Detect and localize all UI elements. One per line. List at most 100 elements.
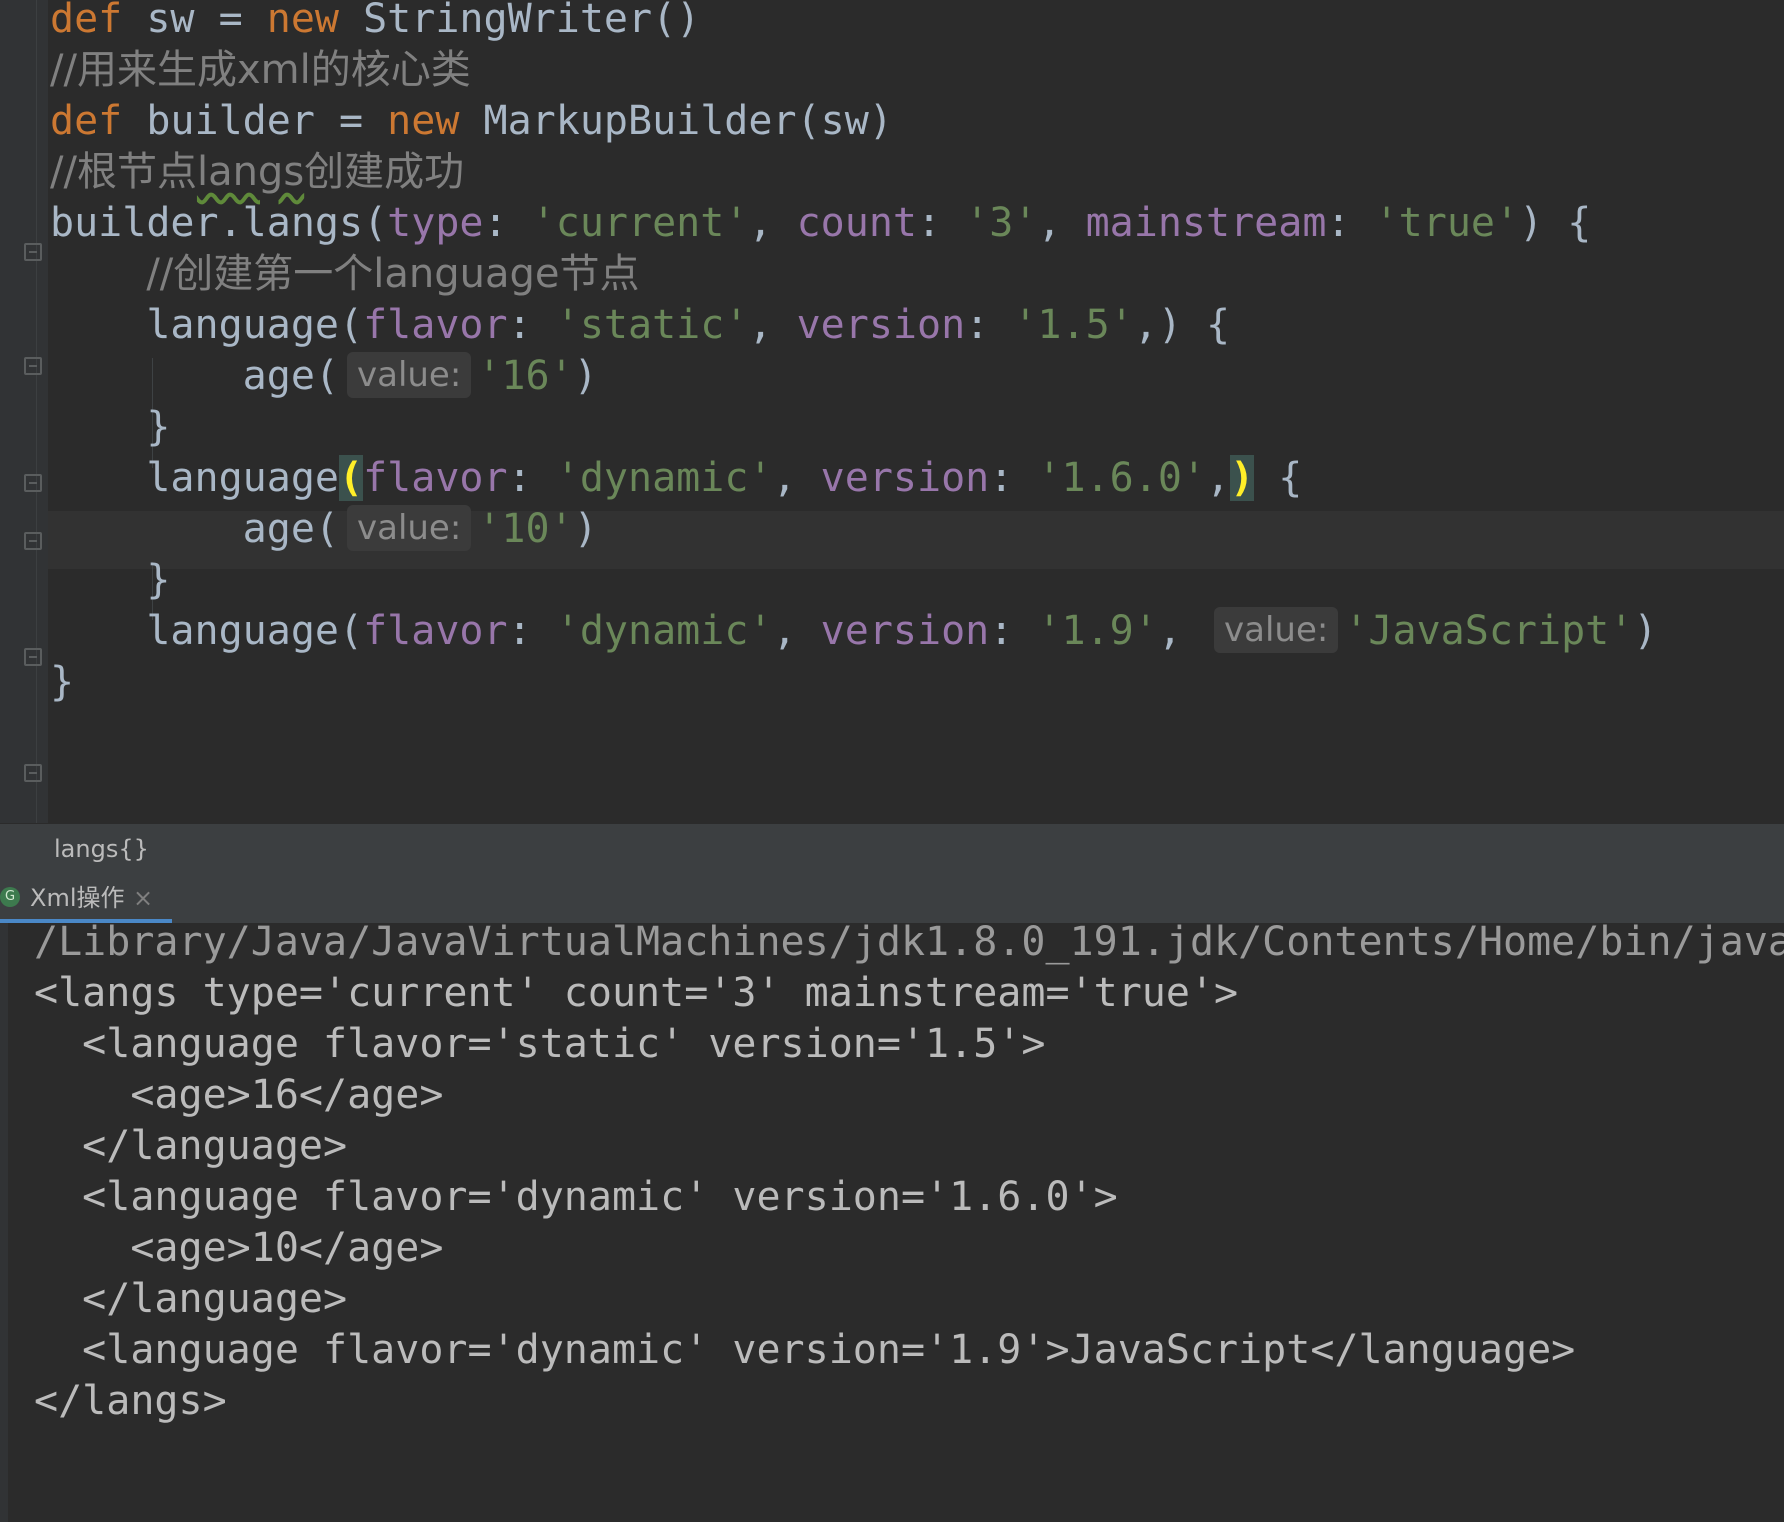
code-line[interactable]: age(value: '10') [50, 500, 598, 558]
code-token: '1.5' [1013, 302, 1134, 348]
code-line[interactable]: } [50, 398, 170, 456]
code-token: '1.6.0' [1037, 455, 1206, 501]
code-token: language( [50, 302, 364, 348]
code-line[interactable]: language(flavor: 'dynamic', version: '1.… [50, 449, 1302, 507]
code-token: } [50, 659, 75, 705]
code-line[interactable]: language(flavor: 'dynamic', version: '1.… [50, 602, 1657, 660]
code-token: //根节点 [50, 149, 197, 195]
code-token: language [50, 455, 339, 501]
code-token: flavor [363, 455, 508, 501]
code-token: } [50, 404, 171, 450]
console-gutter [0, 923, 8, 1522]
code-token: , [1157, 608, 1207, 654]
code-token: '3' [965, 200, 1038, 246]
code-token: 'static' [555, 302, 749, 348]
code-token: version [820, 608, 990, 654]
code-token: MarkupBuilder(sw) [459, 98, 893, 144]
code-token: flavor [363, 302, 508, 348]
code-token: count [796, 200, 917, 246]
gutter-divider [36, 0, 37, 823]
code-token: ) { [1519, 200, 1592, 246]
run-tool-window-tabbar: G Xml操作 × [0, 873, 1784, 924]
code-token: version [820, 455, 990, 501]
breadcrumb[interactable]: langs{} [0, 823, 1784, 874]
close-icon[interactable]: × [133, 873, 153, 923]
code-token: 'dynamic' [555, 608, 773, 654]
code-token: , [772, 608, 821, 654]
code-editor[interactable]: def sw = new StringWriter() //用来生成xml的核心类… [0, 0, 1784, 823]
fold-toggle-icon[interactable] [24, 474, 42, 492]
code-token: : [965, 302, 1014, 348]
code-token: type [387, 200, 484, 246]
code-token: ) [1230, 455, 1255, 501]
code-token: ( [338, 455, 364, 501]
code-line[interactable]: def builder = new MarkupBuilder(sw) [50, 92, 893, 150]
code-token: 'JavaScript' [1344, 608, 1634, 654]
code-line[interactable]: } [50, 551, 170, 609]
run-console-output[interactable]: /Library/Java/JavaVirtualMachines/jdk1.8… [0, 923, 1784, 1522]
code-token: language( [50, 608, 364, 654]
code-token: : [483, 200, 532, 246]
code-token: mainstream [1085, 200, 1327, 246]
fold-toggle-icon[interactable] [24, 243, 42, 261]
code-token: StringWriter() [339, 0, 701, 42]
code-token: 'true' [1374, 200, 1520, 246]
fold-toggle-icon[interactable] [24, 357, 42, 375]
code-token: def [50, 0, 123, 42]
editor-gutter [0, 0, 48, 823]
code-token: , [748, 200, 797, 246]
code-line[interactable]: //创建第一个language节点 [50, 245, 639, 303]
code-line[interactable]: builder.langs(type: 'current', count: '3… [50, 194, 1591, 252]
code-token: : [507, 302, 556, 348]
code-token: flavor [363, 608, 508, 654]
code-token: age( [50, 353, 339, 399]
console-output-line: </langs> [34, 1378, 227, 1424]
fold-toggle-icon[interactable] [24, 764, 42, 782]
code-token: : [989, 455, 1038, 501]
code-line[interactable]: //根节点langs创建成功 [50, 143, 464, 201]
tab-run-xml[interactable]: G Xml操作 × [0, 873, 172, 923]
code-token: } [50, 557, 171, 603]
console-output-line: </language> [34, 1276, 348, 1322]
console-output-line: <language flavor='dynamic' version='1.6.… [34, 1174, 1118, 1220]
code-token: ) [573, 353, 598, 399]
code-token: ) [573, 506, 598, 552]
console-output-line: <langs type='current' count='3' mainstre… [34, 970, 1239, 1016]
code-token: 'current' [531, 200, 749, 246]
code-token: : [1326, 200, 1375, 246]
fold-toggle-icon[interactable] [24, 648, 42, 666]
code-token: sw = [122, 0, 267, 42]
console-output-line: <language flavor='dynamic' version='1.9'… [34, 1327, 1576, 1373]
groovy-icon: G [0, 887, 20, 907]
code-token: : [507, 455, 556, 501]
code-token: , [1037, 200, 1086, 246]
code-token: new [387, 98, 460, 144]
code-token: { [1254, 455, 1303, 501]
code-token: 创建成功 [304, 149, 465, 195]
parameter-hint: value: [1214, 607, 1339, 653]
console-output-line: <age>16</age> [34, 1072, 444, 1118]
code-token: '10' [477, 506, 574, 552]
code-token: ,) { [1133, 302, 1231, 348]
code-line[interactable]: //用来生成xml的核心类 [50, 41, 471, 99]
code-line[interactable]: } [50, 653, 74, 711]
code-token: : [917, 200, 966, 246]
code-line[interactable]: language(flavor: 'static', version: '1.5… [50, 296, 1230, 354]
code-token: '1.9' [1037, 608, 1158, 654]
tab-label: Xml操作 [30, 884, 125, 912]
code-token: age( [50, 506, 339, 552]
fold-toggle-icon[interactable] [24, 532, 42, 550]
code-token: , [748, 302, 797, 348]
console-output-line: </language> [34, 1123, 348, 1169]
code-token: : [507, 608, 556, 654]
code-token: new [266, 0, 339, 42]
console-output-line: <language flavor='static' version='1.5'> [34, 1021, 1046, 1067]
code-token: langs [196, 149, 305, 195]
code-token: , [772, 455, 821, 501]
code-token: builder.langs( [50, 200, 388, 246]
code-token: version [796, 302, 966, 348]
code-token: //用来生成xml的核心类 [50, 47, 471, 93]
code-line[interactable]: age(value: '16') [50, 347, 598, 405]
breadcrumb-item[interactable]: langs{} [54, 824, 149, 874]
